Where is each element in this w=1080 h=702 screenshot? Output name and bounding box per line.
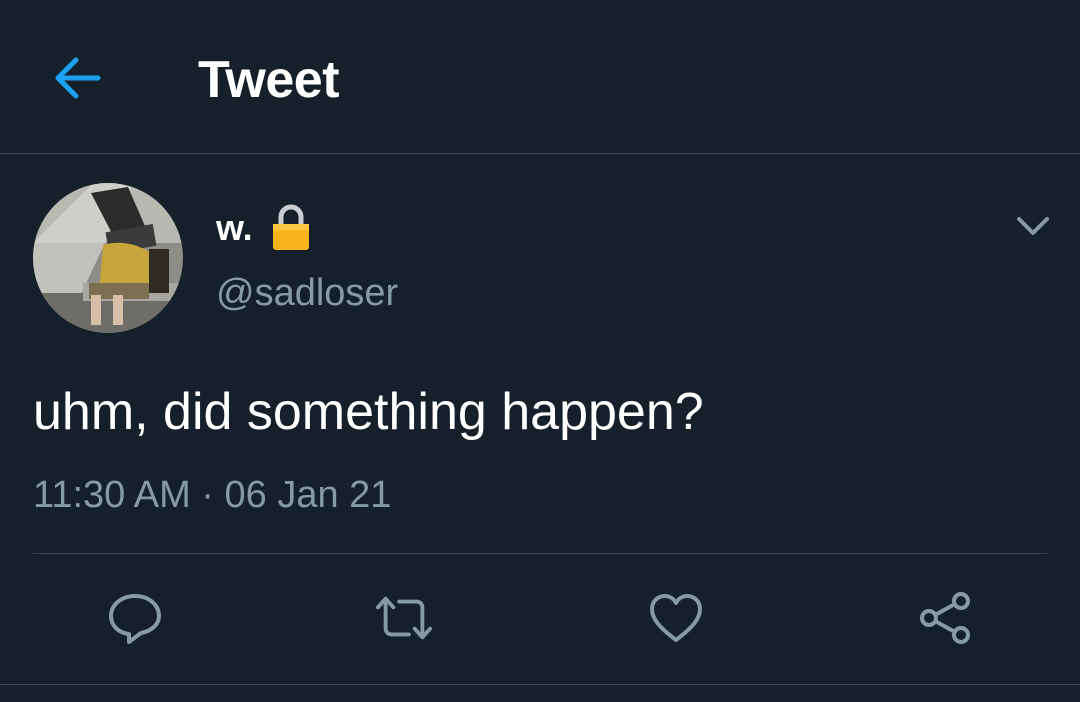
display-name[interactable]: w. xyxy=(216,206,253,250)
tweet-menu-button[interactable] xyxy=(1010,205,1056,247)
divider xyxy=(0,684,1080,685)
divider xyxy=(33,553,1047,554)
tweet-timestamp[interactable]: 11:30 AM · 06 Jan 21 xyxy=(33,472,391,518)
back-button[interactable] xyxy=(46,50,108,106)
top-bar: Tweet xyxy=(0,0,1080,154)
tweet-text: uhm, did something happen? xyxy=(33,383,704,441)
avatar[interactable] xyxy=(33,183,183,333)
page-title: Tweet xyxy=(198,51,340,109)
share-button[interactable] xyxy=(915,588,975,648)
retweet-icon xyxy=(375,596,433,640)
retweet-button[interactable] xyxy=(374,588,434,648)
heart-icon xyxy=(650,594,702,642)
lock-icon xyxy=(273,204,309,250)
chevron-down-icon xyxy=(1017,217,1049,235)
user-handle[interactable]: @sadloser xyxy=(216,270,398,316)
avatar-image xyxy=(33,183,183,333)
reply-button[interactable] xyxy=(105,588,165,648)
like-button[interactable] xyxy=(646,588,706,648)
reply-icon xyxy=(109,594,161,644)
arrow-left-icon xyxy=(55,57,101,99)
tweet-detail-page: Tweet w. @sadloser uhm, did something ha… xyxy=(0,0,1080,702)
share-icon xyxy=(920,592,970,644)
